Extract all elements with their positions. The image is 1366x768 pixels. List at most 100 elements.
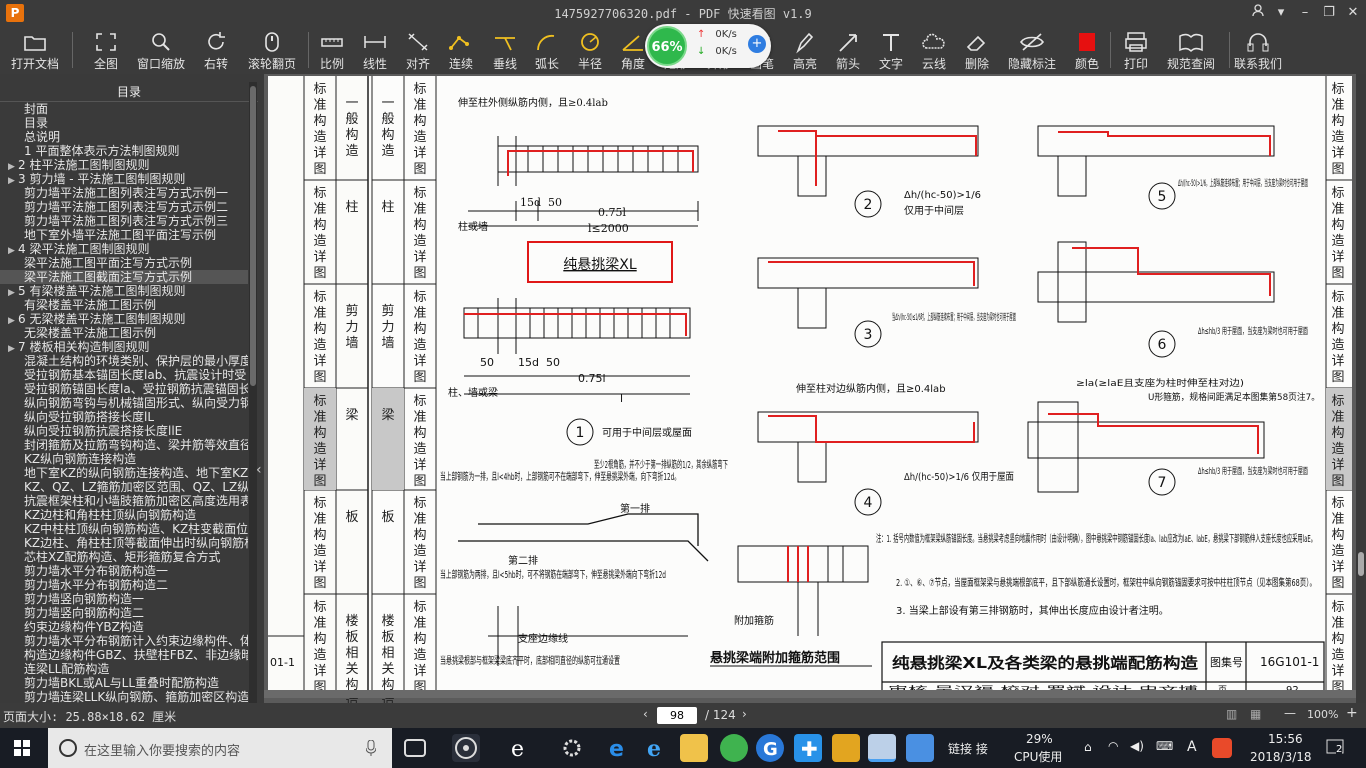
toc-item[interactable]: KZ纵向钢筋连接构造 [0, 452, 248, 466]
toc-item[interactable]: 纵向钢筋弯钩与机械锚固形式、纵向受力钢 [0, 396, 248, 410]
toc-item[interactable]: 剪力墙水平分布钢筋构造二 [0, 578, 248, 592]
double-page-view-icon[interactable]: ▦ [1250, 707, 1261, 721]
network-speed-widget[interactable]: 66% ↑ 0K/s ↓ 0K/s + [645, 24, 771, 68]
next-page-icon[interactable]: › [742, 707, 747, 721]
toc-item[interactable]: 封面 [0, 102, 248, 116]
toc-item[interactable]: 剪力墙BKL或AL与LL重叠时配筋构造 [0, 676, 248, 690]
toc-item[interactable]: 1 平面整体表示方法制图规则 [0, 144, 248, 158]
left-tab-category[interactable]: 板 [344, 510, 360, 526]
toc-item[interactable]: 地下室KZ的纵向钢筋连接构造、地下室KZ的 [0, 466, 248, 480]
expand-arrow-icon[interactable]: ▶ [8, 286, 18, 298]
toc-item[interactable]: 连梁LL配筋构造 [0, 662, 248, 676]
edge-browser-icon[interactable]: e [604, 734, 632, 762]
toc-item[interactable]: 剪力墙连梁LLK纵向钢筋、箍筋加密区构造 [0, 690, 248, 703]
toc-item[interactable]: 剪力墙平法施工图列表注写方式示例二 [0, 200, 248, 214]
inner-tab-standard[interactable]: 标准构造详图 [412, 290, 428, 386]
toc-scroll-thumb[interactable] [250, 86, 256, 386]
right-tab-standard[interactable]: 标准构造详图 [1330, 82, 1346, 178]
vertical-scrollbar[interactable] [1356, 74, 1366, 703]
toc-item[interactable]: 纵向受拉钢筋搭接长度lL [0, 410, 248, 424]
inner-tab-category[interactable]: 柱 [380, 200, 396, 216]
toc-item[interactable]: ▶ 3 剪力墙 - 平法施工图制图规则 [0, 172, 248, 186]
file-explorer-icon[interactable] [680, 734, 708, 762]
vertical-scroll-thumb[interactable] [1358, 552, 1364, 576]
notes-app-icon[interactable] [832, 734, 860, 762]
tool-wheel-button[interactable]: 滚轮翻页 [242, 26, 302, 74]
toc-item[interactable]: 有梁楼盖平法施工图示例 [0, 298, 248, 312]
tool-rotate-button[interactable]: 右转 [186, 26, 246, 74]
taskbar-search-box[interactable]: 在这里输入你要搜索的内容 [48, 728, 392, 768]
toc-item[interactable]: 约束边缘构件YBZ构造 [0, 620, 248, 634]
zoom-in-icon[interactable]: + [1346, 705, 1358, 721]
toc-item[interactable]: 剪力墙竖向钢筋构造一 [0, 592, 248, 606]
inner-tab-category[interactable]: 一般构造 [380, 96, 396, 160]
tool-print-button[interactable]: 打印 [1106, 26, 1166, 74]
tool-hide-button[interactable]: 隐藏标注 [1002, 26, 1062, 74]
toc-item[interactable]: 封闭箍筋及拉筋弯钩构造、梁并筋等效直径 [0, 438, 248, 452]
toc-item[interactable]: 地下室外墙平法施工图平面注写示例 [0, 228, 248, 242]
left-tab-standard[interactable]: 标准构造详图 [312, 82, 328, 178]
inner-tab-category[interactable]: 板 [380, 510, 396, 526]
toc-item[interactable]: 纵向受拉钢筋抗震搭接长度llE [0, 424, 248, 438]
boost-plus-icon[interactable]: + [748, 35, 766, 53]
ie-blue-icon[interactable]: e [642, 734, 670, 762]
toc-item[interactable]: KZ边柱、角柱柱顶等截面伸出时纵向钢筋构 [0, 536, 248, 550]
toc-item[interactable]: 混凝土结构的环境类别、保护层的最小厚度 [0, 354, 248, 368]
expand-arrow-icon[interactable]: ▶ [8, 160, 18, 172]
right-tab-standard[interactable]: 标准构造详图 [1330, 186, 1346, 282]
expand-arrow-icon[interactable]: ▶ [8, 342, 18, 354]
tool-zoomwin-button[interactable]: 窗口缩放 [131, 26, 191, 74]
360-browser-icon[interactable] [720, 734, 748, 762]
toc-item[interactable]: 无梁楼盖平法施工图示例 [0, 326, 248, 340]
left-tab-category[interactable]: 剪力墙 [344, 304, 360, 352]
fan-app-icon[interactable] [452, 734, 480, 762]
restore-button[interactable]: ❐ [1319, 3, 1339, 23]
right-tab-standard[interactable]: 标准构造详图 [1330, 496, 1346, 592]
ie-browser-icon[interactable]: e [506, 734, 534, 762]
windows-start-icon[interactable] [14, 740, 30, 760]
settings-gear-icon[interactable] [558, 734, 586, 762]
tool-erase-button[interactable]: 删除 [947, 26, 1007, 74]
toc-item[interactable]: KZ边柱和角柱柱顶纵向钢筋构造 [0, 508, 248, 522]
tray-expand-icon[interactable]: ⌂ [1084, 740, 1092, 754]
notification-center-icon[interactable]: 2 [1326, 738, 1346, 758]
toc-item[interactable]: ▶ 2 柱平法施工图制图规则 [0, 158, 248, 172]
expand-arrow-icon[interactable]: ▶ [8, 244, 18, 256]
left-tab-standard[interactable]: 标准构造详图 [312, 290, 328, 386]
toc-item[interactable]: KZ中柱柱顶纵向钢筋构造、KZ柱变截面位置 [0, 522, 248, 536]
toc-item[interactable]: 抗震框架柱和小墙肢箍筋加密区高度选用表 [0, 494, 248, 508]
keyboard-icon[interactable]: ⌨ [1156, 739, 1173, 753]
inner-tab-standard[interactable]: 标准构造详图 [412, 600, 428, 696]
toc-item[interactable]: 梁平法施工图平面注写方式示例 [0, 256, 248, 270]
pdf-viewer-taskbar-icon[interactable] [868, 734, 896, 762]
toc-item[interactable]: 受拉钢筋锚固长度la、受拉钢筋抗震锚固长 [0, 382, 248, 396]
left-tab-category[interactable]: 一般构造 [344, 96, 360, 160]
toc-item[interactable]: 受拉钢筋基本锚固长度lab、抗震设计时受 [0, 368, 248, 382]
tool-contact-button[interactable]: 联系我们 [1228, 26, 1288, 74]
minimize-button[interactable]: – [1295, 3, 1315, 23]
right-tab-standard[interactable]: 标准构造详图 [1330, 394, 1346, 490]
left-tab-category[interactable]: 梁 [344, 408, 360, 424]
tool-norms-button[interactable]: 规范查阅 [1161, 26, 1221, 74]
left-tab-standard[interactable]: 标准构造详图 [312, 496, 328, 592]
toc-item[interactable]: 剪力墙平法施工图列表注写方式示例一 [0, 186, 248, 200]
inner-tab-standard[interactable]: 标准构造详图 [412, 82, 428, 178]
toc-item[interactable]: 梁平法施工图截面注写方式示例 [0, 270, 248, 284]
volume-icon[interactable]: ◀) [1130, 739, 1144, 753]
zoom-out-icon[interactable]: — [1284, 706, 1296, 720]
network-icon[interactable]: ◠ [1108, 739, 1118, 753]
user-icon[interactable] [1248, 3, 1268, 23]
collapse-sidebar-icon[interactable]: ‹ [256, 462, 262, 478]
left-tab-standard[interactable]: 标准构造详图 [312, 186, 328, 282]
right-tab-standard[interactable]: 标准构造详图 [1330, 290, 1346, 386]
toc-item[interactable]: 芯柱XZ配筋构造、矩形箍筋复合方式 [0, 550, 248, 564]
links-label[interactable]: 链接 接 [948, 740, 988, 757]
inner-tab-standard[interactable]: 标准构造详图 [412, 186, 428, 282]
prev-page-icon[interactable]: ‹ [643, 707, 648, 721]
ime-indicator[interactable]: A [1187, 739, 1197, 755]
page-number-input[interactable]: 98 [657, 707, 697, 724]
inner-tab-category[interactable]: 剪力墙 [380, 304, 396, 352]
toc-item[interactable]: ▶ 4 梁平法施工图制图规则 [0, 242, 248, 256]
toc-item[interactable]: ▶ 6 无梁楼盖平法施工图制图规则 [0, 312, 248, 326]
toc-item[interactable]: 剪力墙水平分布钢筋计入约束边缘构件、体 [0, 634, 248, 648]
